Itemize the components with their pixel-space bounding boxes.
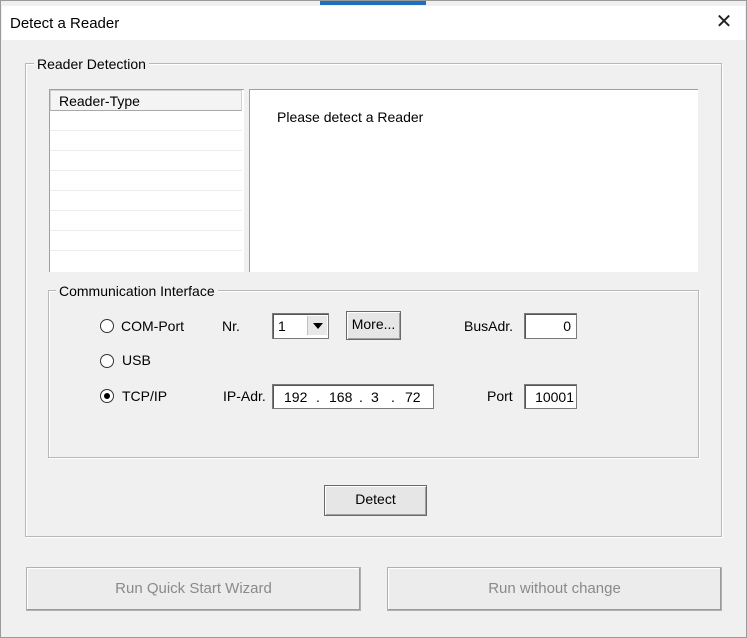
ip-address-field[interactable]: 192 . 168 . 3 . 72 [272, 384, 434, 409]
tcp-ip-label[interactable]: TCP/IP [122, 388, 167, 404]
reader-type-header-label: Reader-Type [59, 93, 140, 109]
list-row-line [50, 170, 242, 171]
usb-radio[interactable] [100, 354, 114, 368]
detection-message-panel: Please detect a Reader [249, 89, 698, 272]
com-port-radio[interactable] [100, 319, 114, 333]
busadr-label: BusAdr. [464, 318, 514, 334]
ip-dot: . [316, 389, 320, 405]
title-bar: Detect a Reader ✕ [2, 6, 745, 40]
list-row-line [50, 250, 242, 251]
ip-octet-4[interactable]: 72 [405, 389, 421, 405]
busadr-field[interactable]: 0 [524, 313, 577, 339]
close-icon[interactable]: ✕ [713, 11, 735, 33]
tcp-ip-radio[interactable] [100, 389, 114, 403]
title-accent-bar [320, 1, 426, 5]
busadr-value: 0 [563, 318, 571, 334]
ip-octet-3[interactable]: 3 [371, 389, 379, 405]
ip-dot: . [391, 389, 395, 405]
ip-dot: . [359, 389, 363, 405]
ip-octet-2[interactable]: 168 [329, 389, 352, 405]
reader-detection-label: Reader Detection [34, 56, 149, 72]
port-value: 10001 [535, 389, 574, 405]
chevron-down-icon[interactable] [307, 316, 327, 335]
com-port-number-select[interactable]: 1 [272, 313, 329, 339]
port-field[interactable]: 10001 [524, 384, 577, 409]
list-row-line [50, 210, 242, 211]
reader-type-column-header[interactable]: Reader-Type [50, 90, 242, 111]
detection-message: Please detect a Reader [277, 109, 424, 125]
detect-reader-dialog: Detect a Reader ✕ Reader Detection Reade… [0, 0, 747, 638]
communication-interface-label: Communication Interface [56, 283, 218, 299]
list-row-line [50, 230, 242, 231]
list-row-line [50, 190, 242, 191]
ip-octet-1[interactable]: 192 [284, 389, 307, 405]
nr-label: Nr. [222, 318, 240, 334]
port-label: Port [487, 388, 513, 404]
dialog-title: Detect a Reader [10, 15, 120, 32]
list-row-line [50, 130, 242, 131]
list-row-line [50, 150, 242, 151]
com-port-number-value: 1 [278, 318, 286, 334]
run-without-change-button[interactable]: Run without change [387, 567, 722, 611]
detect-button[interactable]: Detect [324, 485, 427, 516]
run-quick-start-wizard-button[interactable]: Run Quick Start Wizard [26, 567, 361, 611]
usb-label[interactable]: USB [122, 352, 151, 368]
reader-type-list[interactable]: Reader-Type [49, 89, 244, 272]
more-button[interactable]: More... [346, 311, 401, 340]
com-port-label[interactable]: COM-Port [121, 318, 184, 334]
ip-adr-label: IP-Adr. [223, 388, 266, 404]
